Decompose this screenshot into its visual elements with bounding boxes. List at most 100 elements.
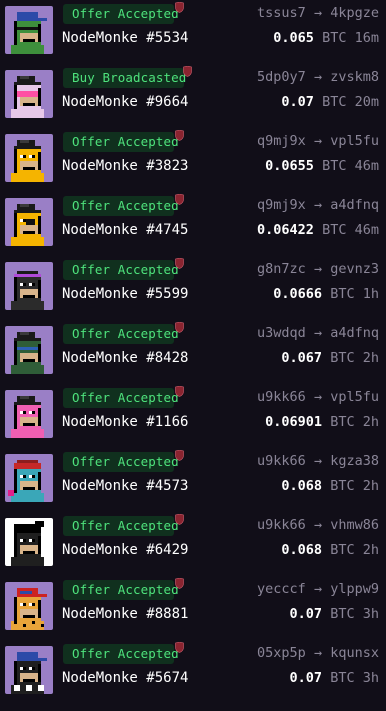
nft-name[interactable]: NodeMonke #5599 [62, 286, 188, 302]
sale-row[interactable]: Offer Accepted NodeMonke #3823 q9mj9x → vp… [0, 130, 386, 196]
sale-age: 46m [354, 158, 379, 174]
sale-price: 0.06422 BTC 46m [257, 222, 379, 238]
arrow-right-icon: → [313, 581, 331, 597]
nft-thumbnail[interactable] [5, 454, 53, 502]
status-badge: Offer Accepted [63, 132, 179, 152]
sale-price: 0.07 BTC 20m [281, 94, 379, 110]
nft-thumbnail[interactable] [5, 198, 53, 246]
transfer-route: u9kk66 → kgza38 [257, 453, 379, 469]
sale-row[interactable]: Offer Accepted NodeMonke #6429 u9kk66 → vh… [0, 514, 386, 580]
seller-address[interactable]: q9mj9x [257, 197, 306, 213]
seller-address[interactable]: u9kk66 [257, 453, 306, 469]
price-currency: BTC [330, 542, 355, 558]
buyer-address[interactable]: 4kpgze [330, 5, 379, 21]
arrow-right-icon: → [313, 69, 331, 85]
nft-thumbnail[interactable] [5, 326, 53, 374]
sale-row[interactable]: Offer Accepted NodeMonke #4745 q9mj9x → a4… [0, 194, 386, 260]
price-amount: 0.068 [281, 542, 323, 558]
price-amount: 0.07 [281, 94, 314, 110]
nft-name[interactable]: NodeMonke #9664 [62, 94, 188, 110]
seller-address[interactable]: u9kk66 [257, 517, 306, 533]
sale-age: 20m [354, 94, 379, 110]
buyer-address[interactable]: zvskm8 [330, 69, 379, 85]
nft-thumbnail[interactable] [5, 646, 53, 694]
shield-icon [175, 578, 184, 589]
price-currency: BTC [330, 350, 355, 366]
arrow-right-icon: → [313, 389, 331, 405]
price-amount: 0.06422 [257, 222, 314, 238]
sale-price: 0.068 BTC 2h [281, 478, 379, 494]
arrow-right-icon: → [313, 453, 331, 469]
sale-row[interactable]: Offer Accepted NodeMonke #4573 u9kk66 → kg… [0, 450, 386, 516]
arrow-right-icon: → [313, 5, 331, 21]
sales-feed: Offer Accepted NodeMonke #5534 tssus7 → 4k… [0, 0, 386, 711]
status-badge: Offer Accepted [63, 644, 179, 664]
nft-name[interactable]: NodeMonke #8428 [62, 350, 188, 366]
seller-address[interactable]: u9kk66 [257, 389, 306, 405]
price-currency: BTC [330, 670, 355, 686]
nft-name[interactable]: NodeMonke #6429 [62, 542, 188, 558]
buyer-address[interactable]: gevnz3 [330, 261, 379, 277]
sale-age: 16m [354, 30, 379, 46]
transfer-route: u3wdqd → a4dfnq [257, 325, 379, 341]
transfer-route: yecccf → ylppw9 [257, 581, 379, 597]
sale-row[interactable]: Offer Accepted NodeMonke #5599 g8n7zc → ge… [0, 258, 386, 324]
sale-row[interactable]: Offer Accepted NodeMonke #8428 u3wdqd → a4… [0, 322, 386, 388]
nft-thumbnail[interactable] [5, 390, 53, 438]
nft-thumbnail[interactable] [5, 6, 53, 54]
nft-name[interactable]: NodeMonke #4745 [62, 222, 188, 238]
seller-address[interactable]: tssus7 [257, 5, 306, 21]
transfer-route: tssus7 → 4kpgze [257, 5, 379, 21]
price-currency: BTC [330, 414, 355, 430]
buyer-address[interactable]: kqunsx [330, 645, 379, 661]
seller-address[interactable]: 05xp5p [257, 645, 306, 661]
nft-thumbnail[interactable] [5, 134, 53, 182]
price-amount: 0.068 [281, 478, 323, 494]
price-amount: 0.07 [289, 606, 323, 622]
seller-address[interactable]: yecccf [257, 581, 306, 597]
shield-icon [183, 66, 192, 77]
buyer-address[interactable]: a4dfnq [330, 325, 379, 341]
seller-address[interactable]: g8n7zc [257, 261, 306, 277]
sale-age: 2h [362, 542, 379, 558]
shield-icon [175, 130, 184, 141]
nft-name[interactable]: NodeMonke #1166 [62, 414, 188, 430]
nft-thumbnail[interactable] [5, 262, 53, 310]
sale-row[interactable]: Offer Accepted NodeMonke #5534 tssus7 → 4k… [0, 2, 386, 68]
nft-name[interactable]: NodeMonke #5674 [62, 670, 188, 686]
nft-name[interactable]: NodeMonke #5534 [62, 30, 188, 46]
price-amount: 0.067 [281, 350, 323, 366]
buyer-address[interactable]: vpl5fu [330, 133, 379, 149]
status-badge: Offer Accepted [63, 260, 179, 280]
buyer-address[interactable]: ylppw9 [330, 581, 379, 597]
nft-name[interactable]: NodeMonke #8881 [62, 606, 188, 622]
seller-address[interactable]: q9mj9x [257, 133, 306, 149]
nft-thumbnail[interactable] [5, 518, 53, 566]
status-badge: Offer Accepted [63, 516, 179, 536]
price-currency: BTC [330, 606, 355, 622]
nft-thumbnail[interactable] [5, 70, 53, 118]
shield-icon [175, 258, 184, 269]
nft-name[interactable]: NodeMonke #3823 [62, 158, 188, 174]
arrow-right-icon: → [313, 645, 331, 661]
seller-address[interactable]: u3wdqd [257, 325, 306, 341]
sale-row[interactable]: Buy Broadcasted NodeMonke #9664 5dp0y7 → z… [0, 66, 386, 132]
sale-price: 0.07 BTC 3h [290, 606, 379, 622]
nft-name[interactable]: NodeMonke #4573 [62, 478, 188, 494]
buyer-address[interactable]: a4dfnq [330, 197, 379, 213]
sale-row[interactable]: Offer Accepted NodeMonke #1166 u9kk66 → vp… [0, 386, 386, 452]
shield-icon [175, 386, 184, 397]
status-badge: Offer Accepted [63, 4, 179, 24]
buyer-address[interactable]: kgza38 [330, 453, 379, 469]
shield-icon [175, 194, 184, 205]
price-amount: 0.06901 [265, 414, 323, 430]
buyer-address[interactable]: vhmw86 [330, 517, 379, 533]
status-badge: Offer Accepted [63, 324, 179, 344]
sale-age: 1h [362, 286, 379, 302]
nft-thumbnail[interactable] [5, 582, 53, 630]
transfer-route: g8n7zc → gevnz3 [257, 261, 379, 277]
sale-row[interactable]: Offer Accepted NodeMonke #5674 05xp5p → kq… [0, 642, 386, 708]
seller-address[interactable]: 5dp0y7 [257, 69, 306, 85]
sale-row[interactable]: Offer Accepted NodeMonke #8881 yecccf → yl… [0, 578, 386, 644]
buyer-address[interactable]: vpl5fu [330, 389, 379, 405]
